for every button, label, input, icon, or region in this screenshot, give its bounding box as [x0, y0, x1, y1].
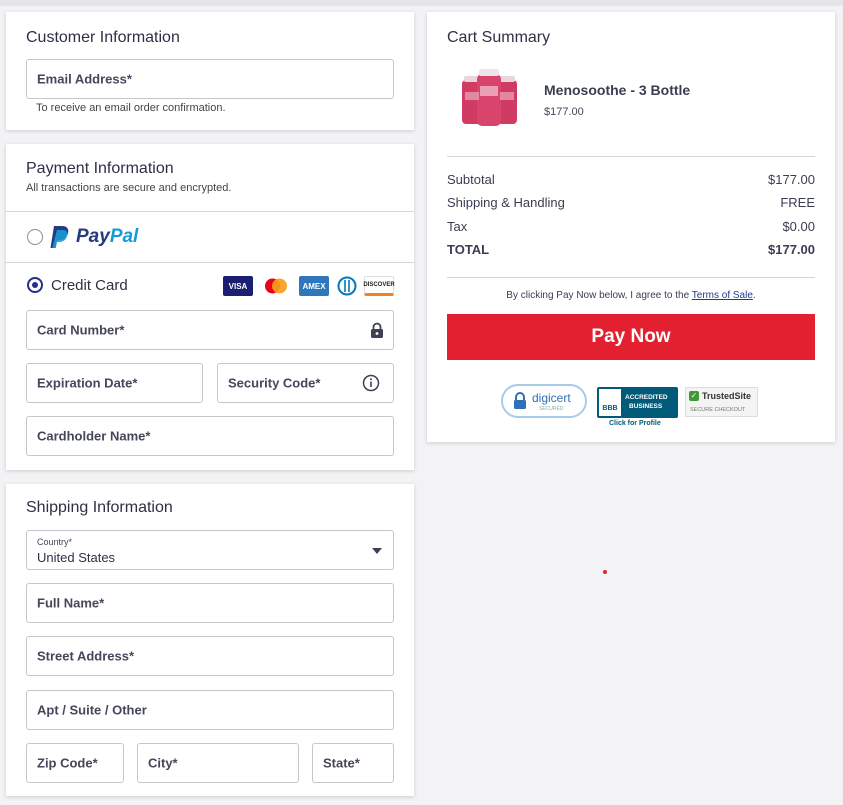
expiration-date-field[interactable]: Expiration Date*	[26, 363, 203, 403]
card-number-field[interactable]: Card Number*	[26, 310, 394, 350]
payment-divider-mid	[6, 262, 414, 263]
digicert-text: digicert	[532, 391, 571, 405]
full-name-field[interactable]: Full Name*	[26, 583, 394, 623]
chevron-down-icon	[372, 548, 382, 554]
trustedsite-check-icon: ✓	[689, 391, 699, 401]
diners-circle	[337, 276, 357, 296]
apt-suite-field[interactable]: Apt / Suite / Other	[26, 690, 394, 730]
state-field[interactable]: State*	[312, 743, 394, 783]
shipping-label: Shipping & Handling	[447, 195, 565, 210]
payment-secure-note: All transactions are secure and encrypte…	[26, 182, 232, 194]
bbb-badge[interactable]: BBB ACCREDITED BUSINESS Click for Profil…	[597, 387, 678, 428]
email-field[interactable]: Email Address*	[26, 59, 394, 99]
cart-summary-title: Cart Summary	[447, 29, 551, 46]
subtotal-row: Subtotal $177.00	[447, 172, 815, 187]
pay-now-button[interactable]: Pay Now	[447, 314, 815, 360]
country-value: United States	[37, 550, 116, 565]
paypal-word-1: Pay	[76, 226, 110, 247]
tax-label: Tax	[447, 219, 468, 234]
tax-value: $0.00	[782, 219, 815, 234]
lock-icon	[371, 322, 383, 338]
credit-card-label[interactable]: Credit Card	[51, 277, 128, 294]
paypal-word-2: Pal	[109, 226, 139, 247]
credit-card-radio[interactable]	[27, 277, 43, 293]
cart-divider-bottom	[447, 277, 815, 278]
bbb-logo-text: BBB	[602, 405, 618, 412]
zip-code-field[interactable]: Zip Code*	[26, 743, 124, 783]
shipping-value: FREE	[780, 195, 815, 210]
total-label: TOTAL	[447, 242, 490, 257]
mastercard-circles	[265, 278, 287, 294]
discover-icon: DISCOVER	[363, 276, 395, 296]
paypal-radio[interactable]	[27, 229, 43, 245]
terms-of-sale-link[interactable]: Terms of Sale	[692, 290, 753, 301]
email-hint: To receive an email order confirmation.	[36, 102, 226, 114]
email-placeholder: Email Address*	[37, 71, 132, 87]
customer-info-title: Customer Information	[26, 29, 180, 46]
city-placeholder: City*	[148, 755, 178, 771]
product-name: Menosoothe - 3 Bottle	[544, 82, 691, 98]
bbb-profile-link[interactable]: Click for Profile	[609, 420, 661, 427]
security-placeholder: Security Code*	[228, 375, 321, 391]
zip-placeholder: Zip Code*	[37, 755, 98, 771]
trustedsite-badge[interactable]: ✓ TrustedSite SECURE CHECKOUT	[685, 387, 758, 417]
country-select[interactable]: Country* United States	[26, 530, 394, 570]
city-field[interactable]: City*	[137, 743, 299, 783]
diners-icon	[335, 276, 359, 296]
country-label: Country*	[37, 537, 73, 547]
apt-placeholder: Apt / Suite / Other	[37, 702, 147, 718]
visa-icon: VISA	[223, 276, 253, 296]
payment-info-title: Payment Information	[26, 160, 174, 177]
subtotal-label: Subtotal	[447, 172, 495, 187]
tax-row: Tax $0.00	[447, 219, 815, 234]
top-bar	[0, 0, 843, 6]
product-image	[462, 69, 517, 126]
bbb-logo-box: BBB ACCREDITED BUSINESS	[597, 387, 678, 418]
state-placeholder: State*	[323, 755, 360, 771]
payment-divider-top	[6, 211, 414, 212]
street-address-field[interactable]: Street Address*	[26, 636, 394, 676]
total-value: $177.00	[768, 242, 815, 257]
shipping-row: Shipping & Handling FREE	[447, 195, 815, 210]
digicert-lock-icon	[514, 392, 526, 409]
digicert-badge[interactable]: digicert SECURED	[501, 384, 587, 418]
info-icon[interactable]	[362, 374, 380, 392]
total-row: TOTAL $177.00	[447, 242, 815, 257]
cardholder-placeholder: Cardholder Name*	[37, 428, 151, 444]
product-price: $177.00	[544, 106, 584, 118]
card-number-placeholder: Card Number*	[37, 322, 125, 338]
paypal-logo[interactable]: Pay Pal	[50, 224, 138, 250]
trustedsite-text: TrustedSite	[702, 391, 752, 401]
digicert-sub: SECURED	[539, 406, 564, 412]
red-dot	[603, 570, 607, 574]
shipping-info-title: Shipping Information	[26, 499, 173, 516]
cart-divider-top	[447, 156, 815, 157]
street-placeholder: Street Address*	[37, 648, 135, 664]
expiration-placeholder: Expiration Date*	[37, 375, 138, 391]
terms-suffix: .	[752, 290, 756, 301]
full-name-placeholder: Full Name*	[37, 595, 105, 611]
mastercard-icon	[261, 276, 291, 296]
terms-text: By clicking Pay Now below, I agree to th…	[447, 290, 815, 301]
terms-prefix: By clicking Pay Now below, I agree to th…	[506, 290, 692, 301]
security-code-field[interactable]: Security Code*	[217, 363, 394, 403]
amex-icon: AMEX	[299, 276, 329, 296]
bbb-business: BUSINESS	[629, 403, 663, 410]
bbb-accredited: ACCREDITED	[625, 394, 668, 401]
subtotal-value: $177.00	[768, 172, 815, 187]
bbb-torch-panel: BBB	[599, 389, 621, 416]
trustedsite-sub: SECURE CHECKOUT	[690, 407, 746, 413]
paypal-icon	[50, 226, 69, 248]
cardholder-name-field[interactable]: Cardholder Name*	[26, 416, 394, 456]
